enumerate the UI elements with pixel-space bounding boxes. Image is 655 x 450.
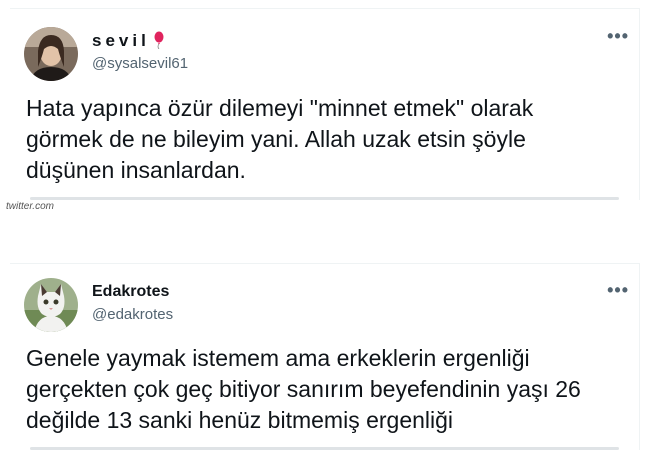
divider	[30, 197, 619, 200]
tweet-card[interactable]: sevil @sysalsevil61 ••• Hata yapınca özü…	[10, 8, 640, 200]
user-handle[interactable]: @sysalsevil61	[92, 55, 188, 72]
more-options-icon[interactable]: •••	[607, 27, 629, 45]
user-handle[interactable]: @edakrotes	[92, 306, 173, 323]
avatar[interactable]	[24, 278, 78, 332]
display-name-text: sevil	[92, 31, 150, 50]
watermark: twitter.com	[6, 201, 54, 212]
avatar[interactable]	[24, 27, 78, 81]
balloon-icon	[154, 31, 164, 49]
tweet-card[interactable]: Edakrotes @edakrotes ••• Genele yaymak i…	[10, 263, 640, 450]
tweet-text: Hata yapınca özür dilemeyi "minnet etmek…	[26, 95, 534, 183]
more-options-icon[interactable]: •••	[607, 281, 629, 299]
display-name[interactable]: Edakrotes	[92, 283, 169, 301]
display-name[interactable]: sevil	[92, 31, 165, 51]
tweet-text: Genele yaymak istemem ama erkeklerin erg…	[26, 345, 581, 433]
